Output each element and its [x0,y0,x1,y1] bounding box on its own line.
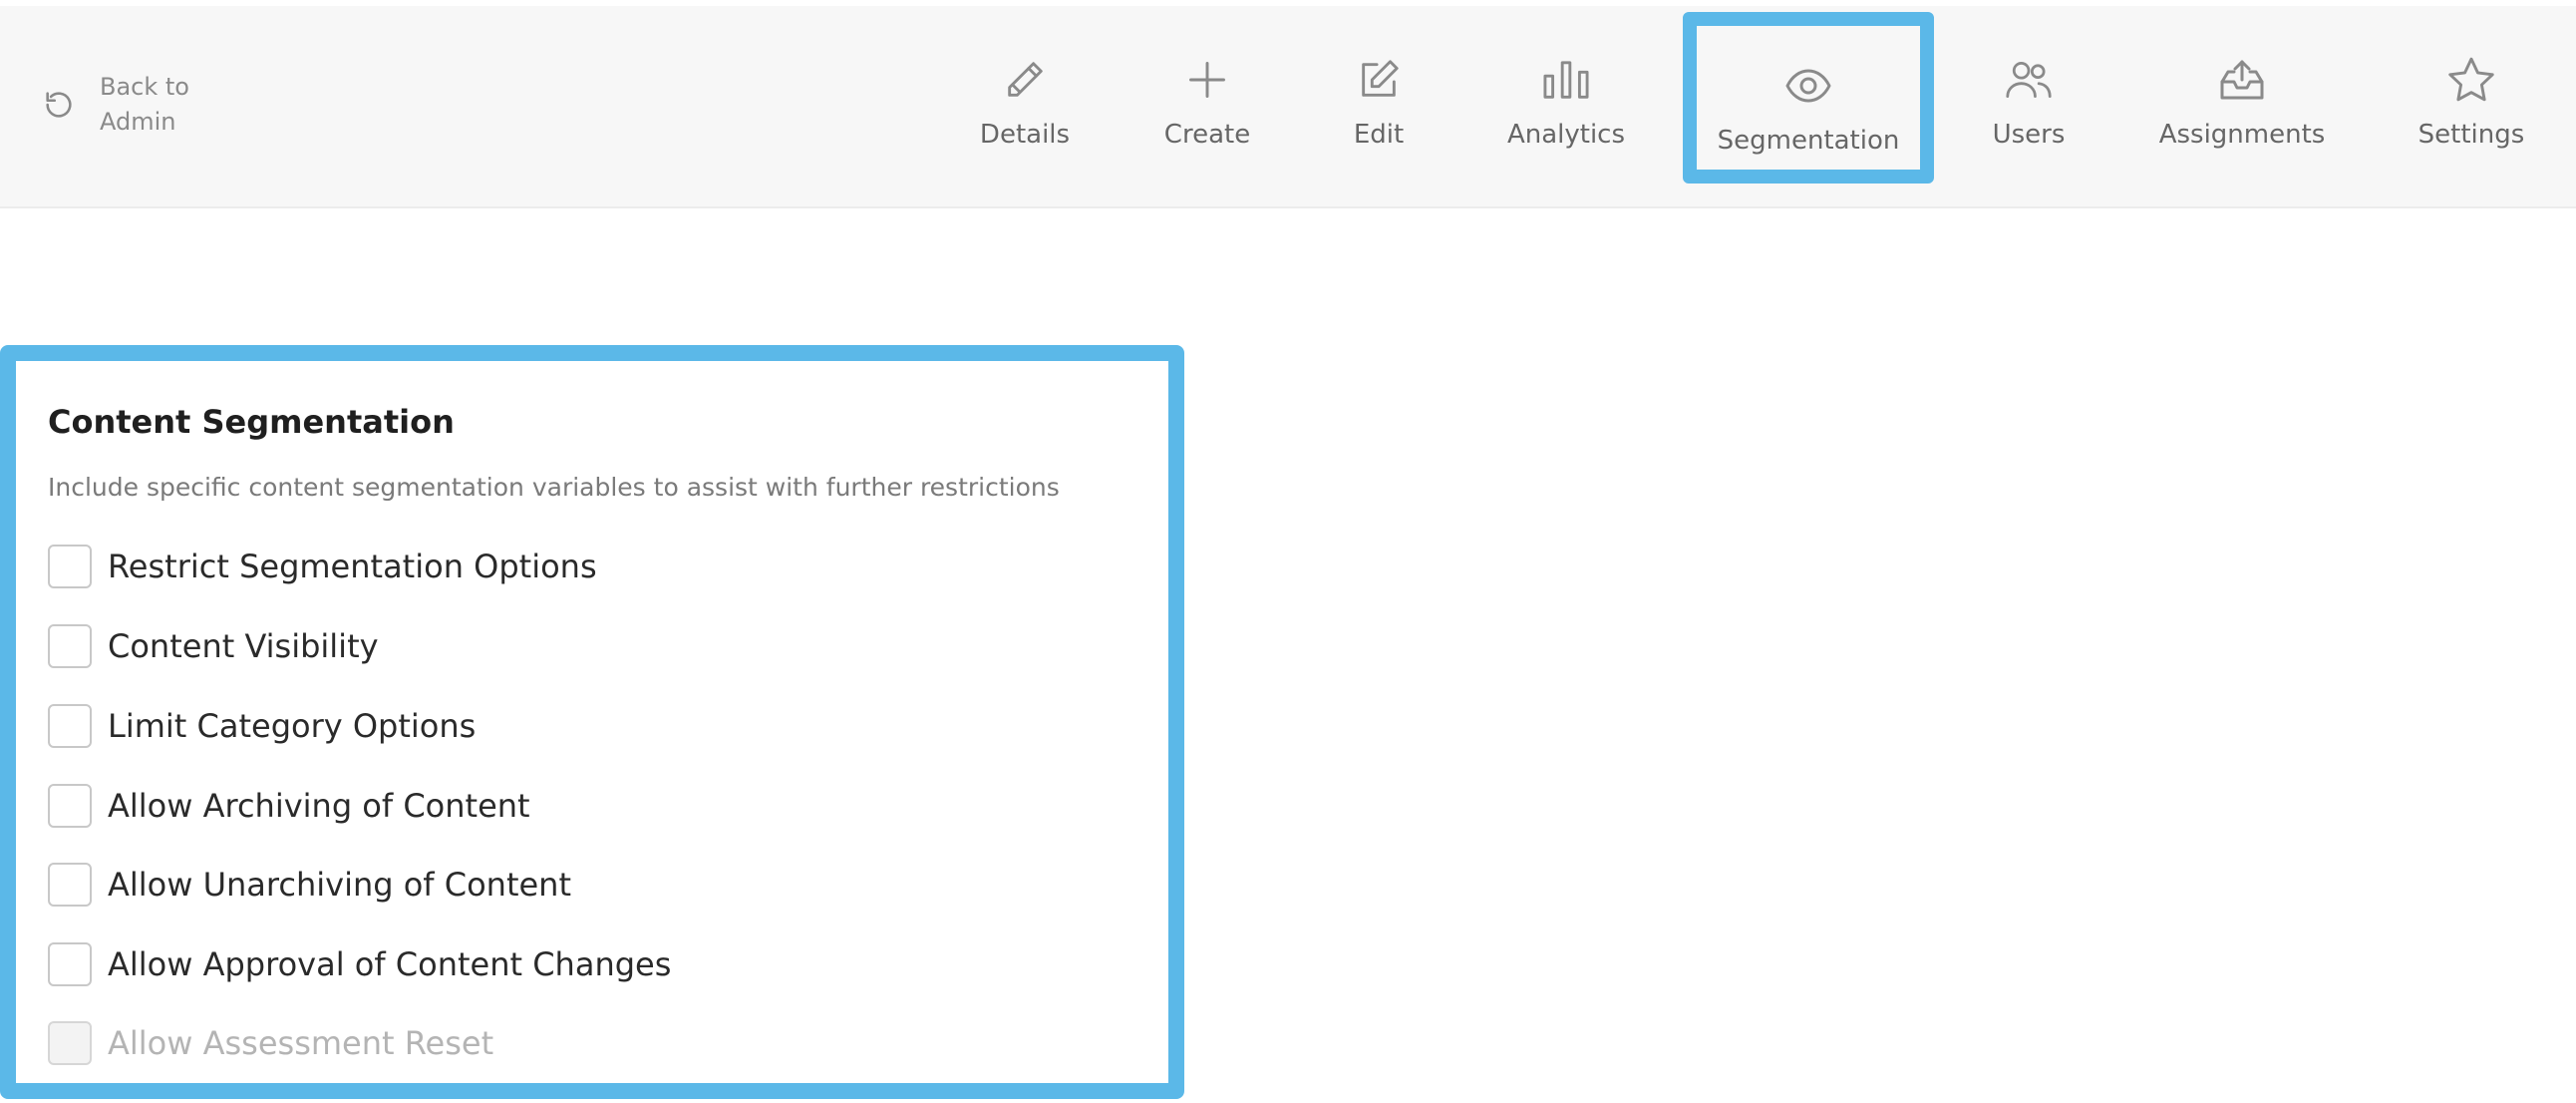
option-restrict-segmentation-options[interactable]: Restrict Segmentation Options [48,545,597,588]
checkbox[interactable] [48,784,92,828]
nav-tab-edit[interactable]: Edit [1340,6,1418,197]
plus-icon [1185,50,1229,110]
nav-tab-label: Details [979,120,1071,150]
nav-tab-segmentation[interactable]: Segmentation [1683,12,1934,184]
checkbox[interactable] [48,863,92,907]
nav-tab-label: Settings [2417,120,2525,150]
edit-square-icon [1356,50,1402,110]
nav-tab-create[interactable]: Create [1156,6,1258,197]
refresh-back-icon [40,86,78,124]
option-limit-category-options[interactable]: Limit Category Options [48,704,476,748]
panel-title: Content Segmentation [48,403,455,441]
checkbox[interactable] [48,942,92,986]
nav-tab-users[interactable]: Users [1990,6,2068,197]
option-allow-approval-of-changes[interactable]: Allow Approval of Content Changes [48,942,671,986]
checkbox[interactable] [48,624,92,668]
option-label: Restrict Segmentation Options [108,548,597,585]
checkbox[interactable] [48,704,92,748]
nav-tab-label: Create [1163,120,1251,150]
bar-chart-icon [1540,50,1592,110]
nav-tab-label: Edit [1353,120,1405,150]
checkbox[interactable] [48,545,92,588]
top-navigation-bar: Back to Admin Details Create Edit Analyt… [0,6,2576,208]
users-icon [2005,50,2053,110]
nav-tab-label: Assignments [2158,120,2326,150]
option-label: Limit Category Options [108,707,477,745]
option-label: Allow Unarchiving of Content [108,866,571,904]
option-allow-unarchiving[interactable]: Allow Unarchiving of Content [48,863,571,907]
star-icon [2446,50,2496,110]
option-label: Allow Archiving of Content [108,787,530,825]
option-label: Content Visibility [108,627,379,665]
option-label: Allow Assessment Reset [108,1024,494,1062]
option-content-visibility[interactable]: Content Visibility [48,624,379,668]
nav-tab-analytics[interactable]: Analytics [1501,6,1631,197]
nav-tab-label: Users [1992,120,2066,150]
nav-tab-label: Segmentation [1717,126,1900,156]
option-allow-assessment-reset: Allow Assessment Reset [48,1021,493,1065]
option-label: Allow Approval of Content Changes [108,945,672,983]
eye-icon [1784,56,1832,116]
nav-tab-details[interactable]: Details [973,6,1077,197]
inbox-upload-icon [2218,50,2266,110]
content-segmentation-panel: Content Segmentation Include specific co… [0,345,1184,1099]
back-to-admin-link[interactable]: Back to Admin [40,70,219,140]
nav-tab-settings[interactable]: Settings [2416,6,2526,197]
nav-tab-label: Analytics [1506,120,1626,150]
checkbox-disabled [48,1021,92,1065]
pencil-icon [1002,50,1048,110]
back-to-admin-label: Back to Admin [100,73,189,136]
option-allow-archiving[interactable]: Allow Archiving of Content [48,784,530,828]
nav-tab-assignments[interactable]: Assignments [2158,6,2326,197]
panel-description: Include specific content segmentation va… [48,473,1060,502]
